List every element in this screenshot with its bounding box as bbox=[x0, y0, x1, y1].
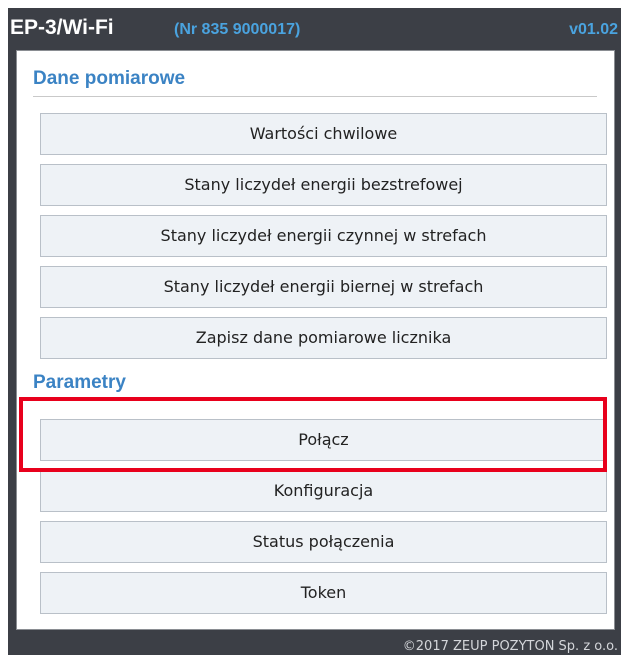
section-title-measurements: Dane pomiarowe bbox=[33, 68, 186, 89]
instant-values-button[interactable]: Wartości chwilowe bbox=[40, 113, 607, 155]
connect-button[interactable]: Połącz bbox=[40, 419, 607, 461]
section-divider bbox=[33, 400, 597, 401]
reactive-energy-zones-button[interactable]: Stany liczydeł energii biernej w strefac… bbox=[40, 266, 607, 308]
app-header: EP-3/Wi-Fi (Nr 835 9000017) v01.02 bbox=[8, 8, 621, 50]
main-panel: Dane pomiarowe Wartości chwilowe Stany l… bbox=[16, 50, 615, 630]
app-title: EP-3/Wi-Fi bbox=[10, 16, 114, 39]
active-energy-zones-button[interactable]: Stany liczydeł energii czynnej w strefac… bbox=[40, 215, 607, 257]
save-meter-data-button[interactable]: Zapisz dane pomiarowe licznika bbox=[40, 317, 607, 359]
section-divider bbox=[33, 96, 597, 97]
section-title-parameters: Parametry bbox=[33, 372, 126, 393]
firmware-version: v01.02 bbox=[569, 21, 618, 38]
connection-status-button[interactable]: Status połączenia bbox=[40, 521, 607, 563]
nonzonal-energy-counters-button[interactable]: Stany liczydeł energii bezstrefowej bbox=[40, 164, 607, 206]
copyright-footer: ©2017 ZEUP POZYTON Sp. z o.o. bbox=[402, 639, 618, 654]
token-button[interactable]: Token bbox=[40, 572, 607, 614]
configuration-button[interactable]: Konfiguracja bbox=[40, 470, 607, 512]
app-frame: EP-3/Wi-Fi (Nr 835 9000017) v01.02 Dane … bbox=[8, 8, 621, 655]
device-number: (Nr 835 9000017) bbox=[174, 21, 301, 38]
